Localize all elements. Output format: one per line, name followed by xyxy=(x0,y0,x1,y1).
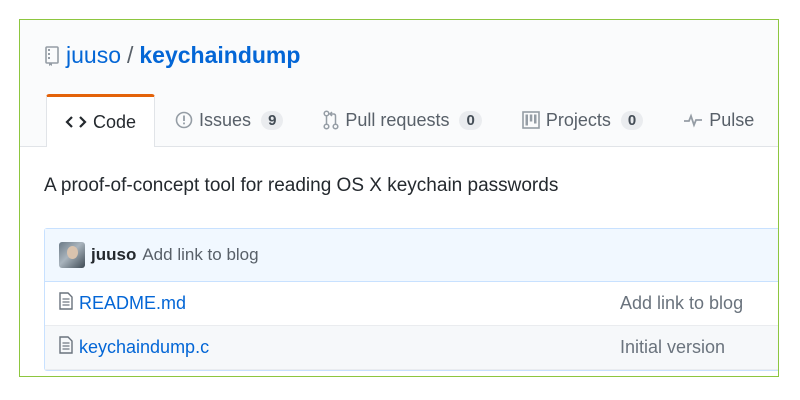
tab-pulse-label: Pulse xyxy=(709,109,755,130)
file-commit-message-link[interactable]: Initial version xyxy=(620,337,725,358)
projects-count-badge: 0 xyxy=(620,110,644,130)
repo-separator: / xyxy=(126,42,134,68)
issues-count-badge: 9 xyxy=(261,110,284,130)
tab-issues-label: Issues xyxy=(199,109,252,130)
repo-title: juuso / keychaindump xyxy=(44,42,300,69)
tab-code-label: Code xyxy=(93,111,137,132)
file-browser: juuso Add link to blog README.md Add lin… xyxy=(44,228,778,371)
tab-issues[interactable]: Issues 9 xyxy=(155,94,303,146)
repo-owner-link[interactable]: juuso xyxy=(66,42,121,69)
commit-message-link[interactable]: Add link to blog xyxy=(142,245,258,265)
commit-author-link[interactable]: juuso xyxy=(91,245,136,265)
pulse-icon xyxy=(683,112,703,128)
tab-pull-requests[interactable]: Pull requests 0 xyxy=(303,94,501,146)
file-icon xyxy=(59,336,73,359)
repo-page: juuso / keychaindump Code Issues 9 Pull … xyxy=(19,19,779,377)
tab-projects-label: Projects xyxy=(545,109,611,130)
file-name-link[interactable]: README.md xyxy=(79,293,186,314)
pull-requests-count-badge: 0 xyxy=(459,110,482,130)
file-name-link[interactable]: keychaindump.c xyxy=(79,337,209,358)
repo-icon xyxy=(44,45,60,67)
file-icon xyxy=(59,292,73,315)
code-icon xyxy=(65,114,87,130)
latest-commit-bar: juuso Add link to blog xyxy=(45,229,778,282)
tab-projects[interactable]: Projects 0 xyxy=(502,94,663,146)
repo-description: A proof-of-concept tool for reading OS X… xyxy=(44,175,559,196)
issue-icon xyxy=(175,111,193,129)
table-row: keychaindump.c Initial version xyxy=(45,326,778,370)
tab-pulse[interactable]: Pulse xyxy=(663,94,774,146)
pull-request-icon xyxy=(323,110,339,130)
table-row: README.md Add link to blog xyxy=(45,282,778,326)
avatar[interactable] xyxy=(59,242,85,268)
repo-nav-tabs: Code Issues 9 Pull requests 0 Projects 0… xyxy=(46,94,774,147)
tab-code[interactable]: Code xyxy=(46,94,156,147)
tab-pull-requests-label: Pull requests xyxy=(345,109,450,130)
project-icon xyxy=(522,111,540,129)
repo-name-link[interactable]: keychaindump xyxy=(139,42,300,69)
file-commit-message-link[interactable]: Add link to blog xyxy=(620,293,743,314)
repo-header: juuso / keychaindump Code Issues 9 Pull … xyxy=(20,20,778,147)
